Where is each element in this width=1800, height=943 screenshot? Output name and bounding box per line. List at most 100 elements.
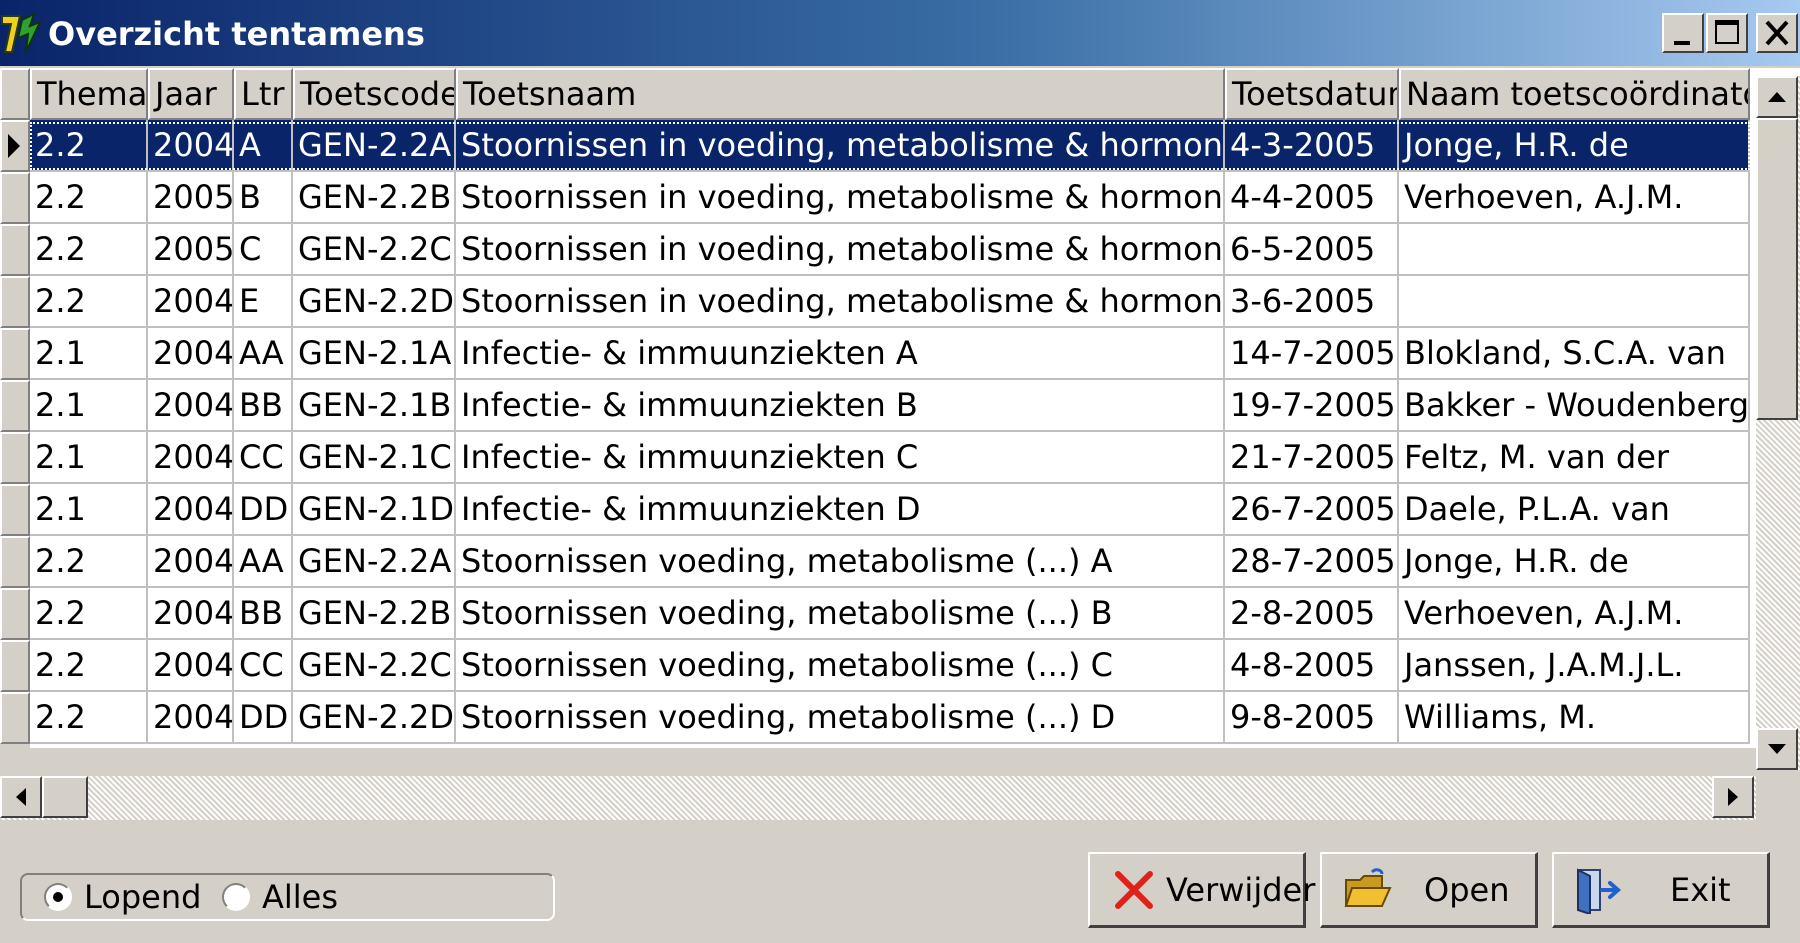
cell-coordinator[interactable]: Janssen, J.A.M.J.L. (1399, 640, 1750, 692)
cell-ltr[interactable]: DD (234, 692, 293, 744)
cell-toetsdatum[interactable]: 4-3-2005 (1225, 120, 1399, 172)
column-header-jaar[interactable]: Jaar (148, 68, 234, 120)
cell-toetsnaam[interactable]: Stoornissen voeding, metabolisme (...) B (456, 588, 1225, 640)
radio-alles-label[interactable]: Alles (262, 878, 344, 916)
cell-jaar[interactable]: 2004 (148, 328, 234, 380)
cell-ltr[interactable]: CC (234, 432, 293, 484)
cell-thema[interactable]: 2.1 (30, 328, 148, 380)
cell-ltr[interactable]: BB (234, 380, 293, 432)
cell-coordinator[interactable]: Williams, M. (1399, 692, 1750, 744)
radio-lopend-label[interactable]: Lopend (84, 878, 207, 916)
row-indicator-cell[interactable] (0, 328, 30, 380)
cell-toetscode[interactable]: GEN-2.2D (293, 276, 456, 328)
cell-jaar[interactable]: 2004 (148, 640, 234, 692)
scroll-right-button[interactable] (1712, 776, 1754, 818)
column-header-thema[interactable]: Thema (30, 68, 148, 120)
radio-lopend-circle[interactable] (44, 883, 72, 911)
cell-thema[interactable]: 2.2 (30, 640, 148, 692)
cell-jaar[interactable]: 2004 (148, 484, 234, 536)
cell-toetscode[interactable]: GEN-2.2A (293, 536, 456, 588)
cell-thema[interactable]: 2.2 (30, 276, 148, 328)
radio-alles-circle[interactable] (222, 883, 250, 911)
cell-jaar[interactable]: 2004 (148, 432, 234, 484)
cell-thema[interactable]: 2.1 (30, 380, 148, 432)
table-row[interactable]: 2.2 2004 CC GEN-2.2C Stoornissen voeding, me… (30, 640, 1750, 692)
cell-toetsdatum[interactable]: 26-7-2005 (1225, 484, 1399, 536)
column-header-ltr[interactable]: Ltr (234, 68, 293, 120)
cell-jaar[interactable]: 2004 (148, 588, 234, 640)
cell-ltr[interactable]: A (234, 120, 293, 172)
delete-button[interactable]: Verwijder (1088, 852, 1315, 928)
cell-toetsdatum[interactable]: 4-4-2005 (1225, 172, 1399, 224)
cell-coordinator[interactable]: Verhoeven, A.J.M. (1399, 588, 1750, 640)
cell-toetsnaam[interactable]: Infectie- & immuunziekten A (456, 328, 1225, 380)
vertical-scroll-thumb[interactable] (1756, 118, 1798, 420)
scroll-up-button[interactable] (1756, 76, 1798, 118)
row-indicator-cell[interactable] (0, 120, 30, 172)
vertical-scrollbar[interactable] (1756, 76, 1800, 770)
table-row[interactable]: 2.2 2004 A GEN-2.2A Stoornissen in voeding, … (30, 120, 1750, 172)
cell-coordinator[interactable]: Verhoeven, A.J.M. (1399, 172, 1750, 224)
table-row[interactable]: 2.1 2004 AA GEN-2.1A Infectie- & immuunziekt… (30, 328, 1750, 380)
cell-toetsdatum[interactable]: 6-5-2005 (1225, 224, 1399, 276)
horizontal-scroll-thumb[interactable] (42, 776, 88, 818)
cell-coordinator[interactable]: Jonge, H.R. de (1399, 536, 1750, 588)
cell-ltr[interactable]: AA (234, 536, 293, 588)
cell-toetsnaam[interactable]: Stoornissen in voeding, metabolisme & ho… (456, 120, 1225, 172)
column-header-coordinator[interactable]: Naam toetscoördinator (1399, 68, 1750, 120)
cell-coordinator[interactable] (1399, 276, 1750, 328)
cell-toetscode[interactable]: GEN-2.2D (293, 692, 456, 744)
cell-toetscode[interactable]: GEN-2.2A (293, 120, 456, 172)
cell-ltr[interactable]: DD (234, 484, 293, 536)
cell-toetsnaam[interactable]: Stoornissen voeding, metabolisme (...) A (456, 536, 1225, 588)
cell-thema[interactable]: 2.1 (30, 484, 148, 536)
cell-jaar[interactable]: 2004 (148, 120, 234, 172)
cell-coordinator[interactable]: Blokland, S.C.A. van (1399, 328, 1750, 380)
cell-toetsnaam[interactable]: Infectie- & immuunziekten D (456, 484, 1225, 536)
cell-toetscode[interactable]: GEN-2.1A (293, 328, 456, 380)
cell-coordinator[interactable]: Bakker - Woudenberg, I.A (1399, 380, 1750, 432)
cell-toetsnaam[interactable]: Stoornissen in voeding, metabolisme & ho… (456, 276, 1225, 328)
row-indicator-cell[interactable] (0, 172, 30, 224)
cell-jaar[interactable]: 2004 (148, 380, 234, 432)
cell-toetscode[interactable]: GEN-2.1D (293, 484, 456, 536)
cell-coordinator[interactable]: Daele, P.L.A. van (1399, 484, 1750, 536)
cell-ltr[interactable]: AA (234, 328, 293, 380)
cell-ltr[interactable]: B (234, 172, 293, 224)
row-indicator-cell[interactable] (0, 432, 30, 484)
cell-toetsnaam[interactable]: Infectie- & immuunziekten C (456, 432, 1225, 484)
row-indicator-cell[interactable] (0, 380, 30, 432)
cell-toetsnaam[interactable]: Stoornissen in voeding, metabolisme & ho… (456, 172, 1225, 224)
cell-toetscode[interactable]: GEN-2.2C (293, 640, 456, 692)
cell-toetsdatum[interactable]: 2-8-2005 (1225, 588, 1399, 640)
cell-jaar[interactable]: 2005 (148, 224, 234, 276)
column-header-toetsdatum[interactable]: Toetsdatum (1225, 68, 1399, 120)
row-indicator-cell[interactable] (0, 640, 30, 692)
cell-toetscode[interactable]: GEN-2.2B (293, 588, 456, 640)
scroll-left-button[interactable] (0, 776, 42, 818)
cell-toetsnaam[interactable]: Stoornissen voeding, metabolisme (...) D (456, 692, 1225, 744)
cell-coordinator[interactable]: Feltz, M. van der (1399, 432, 1750, 484)
maximize-button[interactable] (1706, 13, 1748, 53)
cell-ltr[interactable]: BB (234, 588, 293, 640)
cell-jaar[interactable]: 2005 (148, 172, 234, 224)
cell-thema[interactable]: 2.2 (30, 588, 148, 640)
open-button[interactable]: Open (1320, 852, 1538, 928)
table-row[interactable]: 2.2 2004 AA GEN-2.2A Stoornissen voeding, me… (30, 536, 1750, 588)
cell-toetsdatum[interactable]: 14-7-2005 (1225, 328, 1399, 380)
cell-toetscode[interactable]: GEN-2.2C (293, 224, 456, 276)
cell-thema[interactable]: 2.2 (30, 692, 148, 744)
cell-jaar[interactable]: 2004 (148, 276, 234, 328)
table-row[interactable]: 2.2 2005 B GEN-2.2B Stoornissen in voeding, … (30, 172, 1750, 224)
cell-toetsnaam[interactable]: Stoornissen voeding, metabolisme (...) C (456, 640, 1225, 692)
row-indicator-cell[interactable] (0, 588, 30, 640)
exams-grid[interactable]: Thema Jaar Ltr Toetscode Toetsnaam Toets… (0, 68, 1800, 748)
column-header-toetscode[interactable]: Toetscode (293, 68, 456, 120)
cell-toetsdatum[interactable]: 4-8-2005 (1225, 640, 1399, 692)
title-bar[interactable]: Overzicht tentamens (0, 0, 1800, 66)
cell-thema[interactable]: 2.2 (30, 224, 148, 276)
cell-toetsdatum[interactable]: 3-6-2005 (1225, 276, 1399, 328)
cell-toetscode[interactable]: GEN-2.1C (293, 432, 456, 484)
table-row[interactable]: 2.1 2004 CC GEN-2.1C Infectie- & immuunziekt… (30, 432, 1750, 484)
cell-thema[interactable]: 2.2 (30, 120, 148, 172)
